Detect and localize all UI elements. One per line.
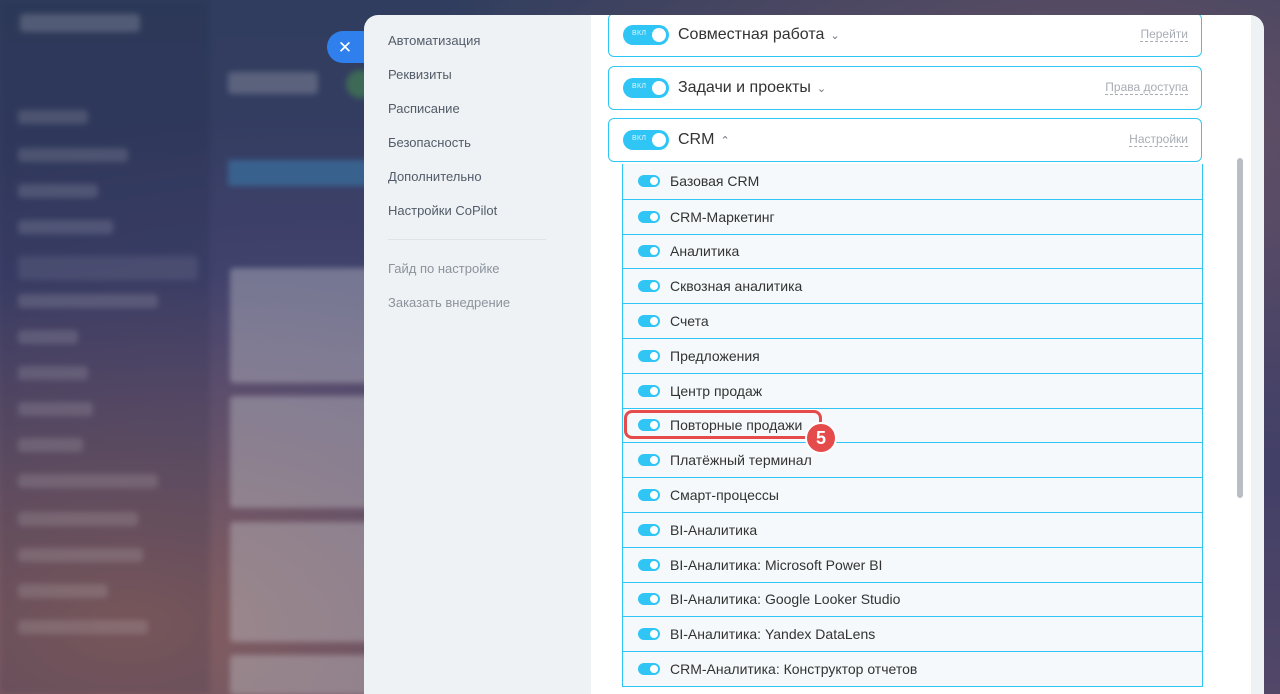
- module-toggle[interactable]: [638, 628, 660, 641]
- module-label: Сквозная аналитика: [670, 278, 803, 295]
- crm-module-row: Центр продаж: [623, 372, 1202, 408]
- section-title[interactable]: Совместная работа: [678, 26, 824, 44]
- module-label: BI-Аналитика: Google Looker Studio: [670, 591, 901, 608]
- crm-module-row: BI-Аналитика: Microsoft Power BI: [623, 546, 1202, 582]
- scrollbar-thumb[interactable]: [1237, 158, 1243, 498]
- close-icon: ✕: [337, 37, 353, 57]
- toggle-knob: [650, 560, 658, 569]
- crm-module-row: BI-Аналитика: Yandex DataLens: [623, 616, 1202, 651]
- crm-module-row: CRM-Маркетинг: [623, 198, 1202, 234]
- toggle-knob: [650, 456, 658, 465]
- toggle-knob: [650, 595, 658, 604]
- toggle-knob: [650, 491, 658, 500]
- toggle-knob: [650, 282, 658, 291]
- module-label: Платёжный терминал: [670, 452, 812, 469]
- toggle-knob: [650, 317, 658, 326]
- module-label: BI-Аналитика: [670, 521, 758, 538]
- settings-menu: Автоматизация Реквизиты Расписание Безоп…: [388, 31, 548, 327]
- toggle-knob: [652, 81, 666, 95]
- chevron-down-icon[interactable]: ⌄: [830, 29, 839, 42]
- module-toggle[interactable]: [638, 489, 660, 502]
- module-toggle[interactable]: [638, 663, 660, 676]
- module-label: Аналитика: [670, 243, 740, 260]
- section-title[interactable]: Задачи и проекты: [678, 79, 811, 97]
- menu-item-additional[interactable]: Дополнительно: [388, 167, 548, 201]
- module-label: Базовая CRM: [670, 173, 760, 190]
- menu-item-requisites[interactable]: Реквизиты: [388, 65, 548, 99]
- module-label: CRM-Маркетинг: [670, 208, 775, 225]
- toggle-knob: [650, 247, 658, 256]
- module-label: Предложения: [670, 347, 760, 364]
- toggle-knob: [650, 177, 658, 186]
- toggle-knob: [650, 351, 658, 360]
- crm-module-row: Платёжный терминал: [623, 442, 1202, 477]
- section-collaboration: ВКЛ Совместная работа ⌄ Перейти: [608, 15, 1202, 57]
- step-number-badge: 5: [805, 422, 837, 454]
- module-label: Счета: [670, 313, 709, 330]
- toggle-knob: [650, 525, 658, 534]
- crm-module-row: Смарт-процессы: [623, 477, 1202, 512]
- crm-module-row: Базовая CRM: [623, 164, 1202, 199]
- module-toggle[interactable]: [638, 523, 660, 536]
- module-toggle[interactable]: [638, 315, 660, 328]
- toggle-knob: [650, 386, 658, 395]
- module-toggle[interactable]: [638, 349, 660, 362]
- section-crm: ВКЛ CRM ⌃ Настройки: [608, 118, 1202, 162]
- crm-module-row: Счета: [623, 303, 1202, 338]
- module-label: Центр продаж: [670, 382, 763, 399]
- section-toggle[interactable]: ВКЛ: [623, 130, 669, 150]
- toggle-knob: [650, 630, 658, 639]
- toggle-knob: [650, 665, 658, 674]
- module-label: Смарт-процессы: [670, 487, 779, 504]
- toggle-state-label: ВКЛ: [632, 83, 647, 90]
- section-title[interactable]: CRM: [678, 131, 714, 149]
- crm-module-row: Аналитика: [623, 233, 1202, 269]
- step-highlight-frame: [624, 410, 822, 439]
- scrollbar[interactable]: [1237, 15, 1243, 694]
- menu-item-setup-guide[interactable]: Гайд по настройке: [388, 259, 548, 293]
- toggle-knob: [650, 212, 658, 221]
- menu-item-automation[interactable]: Автоматизация: [388, 31, 548, 65]
- module-toggle[interactable]: [638, 454, 660, 467]
- section-link-go[interactable]: Перейти: [1140, 27, 1188, 42]
- module-toggle[interactable]: [638, 593, 660, 606]
- module-label: BI-Аналитика: Yandex DataLens: [670, 626, 876, 643]
- menu-item-copilot-settings[interactable]: Настройки CoPilot: [388, 201, 548, 235]
- toggle-knob: [652, 28, 666, 42]
- crm-module-row: BI-Аналитика: Google Looker Studio: [623, 581, 1202, 617]
- menu-item-security[interactable]: Безопасность: [388, 133, 548, 167]
- section-link-access-rights[interactable]: Права доступа: [1105, 80, 1188, 95]
- tools-content: ВКЛ Совместная работа ⌄ Перейти ВКЛ Зада…: [591, 15, 1251, 694]
- toggle-state-label: ВКЛ: [632, 30, 647, 37]
- menu-item-order-implementation[interactable]: Заказать внедрение: [388, 293, 548, 327]
- module-toggle[interactable]: [638, 384, 660, 397]
- section-toggle[interactable]: ВКЛ: [623, 78, 669, 98]
- module-toggle[interactable]: [638, 245, 660, 258]
- crm-module-row: BI-Аналитика: [623, 511, 1202, 547]
- menu-divider: [388, 239, 546, 240]
- module-toggle[interactable]: [638, 175, 660, 188]
- module-toggle[interactable]: [638, 210, 660, 223]
- toggle-knob: [652, 133, 666, 147]
- settings-panel: Автоматизация Реквизиты Расписание Безоп…: [364, 15, 1264, 694]
- chevron-down-icon[interactable]: ⌄: [817, 82, 826, 95]
- crm-module-row: Сквозная аналитика: [623, 268, 1202, 303]
- module-toggle[interactable]: [638, 280, 660, 293]
- crm-module-row: Предложения: [623, 337, 1202, 373]
- section-link-settings[interactable]: Настройки: [1129, 132, 1188, 147]
- section-tasks-projects: ВКЛ Задачи и проекты ⌄ Права доступа: [608, 66, 1202, 110]
- module-toggle[interactable]: [638, 558, 660, 571]
- module-label: BI-Аналитика: Microsoft Power BI: [670, 556, 883, 573]
- chevron-up-icon[interactable]: ⌃: [720, 134, 729, 147]
- toggle-state-label: ВКЛ: [632, 135, 647, 142]
- module-label: CRM-Аналитика: Конструктор отчетов: [670, 661, 918, 678]
- menu-item-schedule[interactable]: Расписание: [388, 99, 548, 133]
- crm-module-row: CRM-Аналитика: Конструктор отчетов: [623, 651, 1202, 686]
- section-toggle[interactable]: ВКЛ: [623, 25, 669, 45]
